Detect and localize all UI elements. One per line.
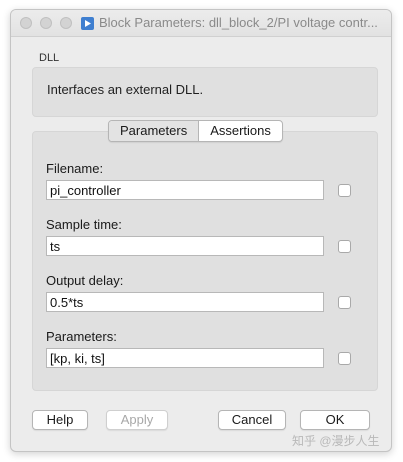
- sample-time-evaluate-checkbox[interactable]: [338, 240, 351, 253]
- parameters-evaluate-checkbox[interactable]: [338, 352, 351, 365]
- tab-parameters[interactable]: Parameters: [109, 121, 200, 141]
- output-delay-label: Output delay:: [46, 273, 124, 288]
- window-title: Block Parameters: dll_block_2/PI voltage…: [99, 15, 378, 30]
- watermark: 知乎 @漫步人生: [292, 434, 380, 448]
- block-type-label: DLL: [39, 52, 60, 64]
- tab-bar: Parameters Assertions: [108, 120, 283, 142]
- sample-time-label: Sample time:: [46, 217, 122, 232]
- title-bar[interactable]: Block Parameters: dll_block_2/PI voltage…: [11, 10, 391, 37]
- block-description: Interfaces an external DLL.: [47, 82, 204, 97]
- sample-time-field[interactable]: [46, 236, 324, 256]
- block-description-panel: Interfaces an external DLL.: [32, 67, 378, 117]
- zoom-window-button[interactable]: [60, 17, 72, 29]
- output-delay-field[interactable]: [46, 292, 324, 312]
- output-delay-evaluate-checkbox[interactable]: [338, 296, 351, 309]
- ok-button[interactable]: OK: [300, 410, 370, 430]
- tab-assertions[interactable]: Assertions: [199, 121, 282, 141]
- parameters-field[interactable]: [46, 348, 324, 368]
- block-parameters-dialog: Block Parameters: dll_block_2/PI voltage…: [10, 9, 392, 452]
- cancel-button[interactable]: Cancel: [218, 410, 286, 430]
- parameters-label: Parameters:: [46, 329, 117, 344]
- help-button[interactable]: Help: [32, 410, 88, 430]
- minimize-window-button[interactable]: [40, 17, 52, 29]
- filename-label: Filename:: [46, 161, 104, 176]
- apply-button[interactable]: Apply: [106, 410, 168, 430]
- simulink-block-icon: [81, 17, 94, 30]
- filename-evaluate-checkbox[interactable]: [338, 184, 351, 197]
- filename-field[interactable]: [46, 180, 324, 200]
- close-window-button[interactable]: [20, 17, 32, 29]
